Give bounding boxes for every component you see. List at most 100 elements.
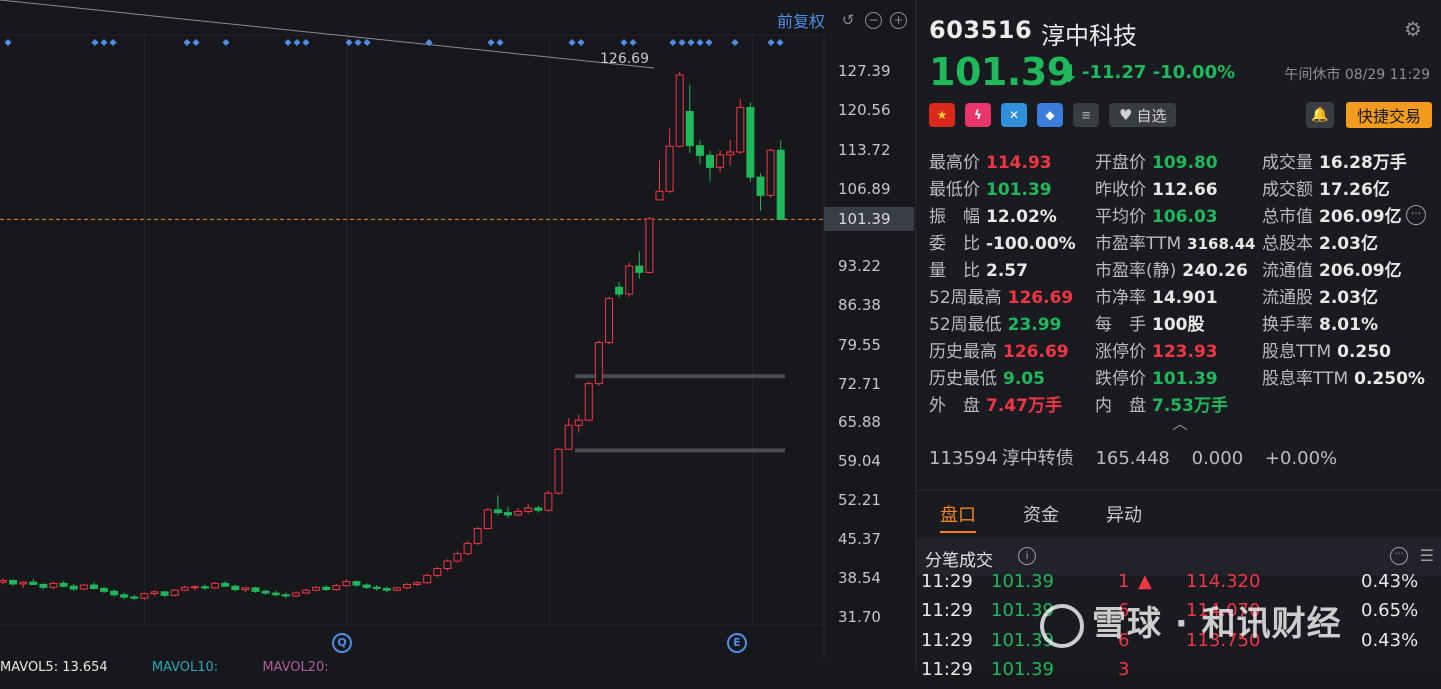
event-diamond-icon[interactable] [767,38,775,47]
event-diamond-icon[interactable] [496,38,504,47]
stat-value: 0.250% [1354,369,1425,389]
candle-body [190,586,199,589]
stat-cell: 成交量 16.28万手 [1262,148,1407,173]
event-diamond-icon[interactable] [705,38,713,47]
event-marker-q[interactable]: Q [332,633,352,653]
event-diamond-icon[interactable] [91,38,99,47]
event-diamond-icon[interactable] [293,38,301,47]
event-diamond-icon[interactable] [669,38,677,47]
candle-body [29,581,38,585]
info-icon[interactable]: i [1018,547,1036,565]
mavol5-label: MAVOL5: 13.654 [0,660,108,675]
tick-row: 11:29 101.39 3 [916,659,1441,689]
side-percent: 0.65% [1361,600,1419,621]
event-diamond-icon[interactable] [776,38,784,47]
event-diamond-icon[interactable] [678,38,686,47]
stat-cell: 流通股 2.03亿 [1262,283,1378,308]
watermark-logo-icon [1040,603,1084,648]
more-icon[interactable]: ··· [1406,205,1426,225]
event-diamond-icon[interactable] [687,38,695,47]
adjust-mode-button[interactable]: 前复权 [777,8,825,32]
candle-body [493,509,502,514]
divider [916,490,1441,491]
event-diamond-icon[interactable] [354,38,362,47]
convertible-bond-row[interactable]: 113594 淳中转债 165.448 0.000 +0.00% [929,444,1353,470]
candle-body [554,448,563,494]
zoom-out-icon[interactable]: − [865,11,882,29]
price-axis-tick: 120.56 [838,101,891,119]
event-diamond-icon[interactable] [577,38,585,47]
candle-body [160,591,169,596]
candle-body [574,419,583,426]
tag-icon[interactable]: ◆ [1037,103,1063,127]
event-diamond-icon[interactable] [302,38,310,47]
lightning-icon[interactable]: ϟ [965,103,991,127]
tick-time: 11:29 [921,571,973,592]
event-diamond-icon[interactable] [192,38,200,47]
stat-value: 2.03亿 [1319,234,1378,254]
candle-body [716,154,725,168]
document-icon[interactable]: ≡ [1073,103,1099,127]
stat-label: 量 比 [929,261,980,281]
ellipsis-icon[interactable]: ··· [1390,547,1408,565]
event-marker-e[interactable]: E [727,633,747,653]
candle-body [453,553,462,562]
event-diamond-icon[interactable] [568,38,576,47]
price-axis-tick: 59.04 [838,452,881,470]
event-diamond-icon[interactable] [629,38,637,47]
price-axis-tick: 93.22 [838,257,881,275]
event-diamond-icon[interactable] [100,38,108,47]
candle-body [392,587,401,591]
event-diamond-icon[interactable] [363,38,371,47]
candle-body [504,512,512,516]
candle-body [403,583,411,589]
stat-value: 206.09亿 [1319,207,1402,227]
stat-row: 最低价 101.39 昨收价 112.66 成交额 17.26亿 [929,175,1439,202]
event-diamond-icon[interactable] [731,38,739,47]
candle-body [635,265,644,273]
collapse-chevron-icon[interactable]: ︿ [1172,410,1188,434]
kline-chart-panel[interactable]: 前复权 ↺ − + 127.39 120.56 113.72 106.89 93.22 8… [0,0,915,675]
stat-label: 历史最低 [929,369,997,389]
stat-row: 最高价 114.93 开盘价 109.80 成交量 16.28万手 [929,148,1439,175]
candle-body [433,567,442,576]
stat-label: 每 手 [1095,315,1146,335]
tab-alerts[interactable]: 异动 [1106,501,1142,527]
stat-row: 振 幅 12.02% 平均价 106.03 总市值 206.09亿 [929,202,1439,229]
stat-cell: 52周最低 23.99 [929,310,1061,335]
reset-icon[interactable]: ↺ [839,11,857,29]
list-icon[interactable]: ☰ [1420,546,1434,565]
event-diamond-icon[interactable] [222,38,230,47]
stat-cell: 总市值 206.09亿 [1262,202,1402,227]
high-leader-line [0,0,655,69]
candle-body [665,145,674,192]
zoom-in-icon[interactable]: + [890,11,907,29]
candle-body [0,579,7,583]
event-diamond-icon[interactable] [183,38,191,47]
stat-label: 市盈率TTM [1095,234,1182,254]
stat-value: 106.03 [1152,207,1218,227]
candle-body [89,584,98,589]
event-diamond-icon[interactable] [487,38,495,47]
tab-capital[interactable]: 资金 [1023,501,1059,527]
event-diamond-icon[interactable] [284,38,292,47]
candle-body [514,510,523,516]
price-axis-tick: 79.55 [838,336,881,354]
quick-trade-button[interactable]: 快捷交易 [1346,102,1432,128]
event-diamond-icon[interactable] [4,38,12,47]
kline-chart[interactable] [0,0,915,671]
bell-icon[interactable]: 🔔 [1306,102,1334,128]
stat-value: 0.250 [1337,342,1391,362]
shuffle-icon[interactable]: ✕ [1001,103,1027,127]
tab-orderbook[interactable]: 盘口 [940,501,976,527]
add-favorite-button[interactable]: ♥ 自选 [1109,103,1177,127]
stat-value: 101.39 [986,180,1052,200]
event-diamond-icon[interactable] [620,38,628,47]
gear-icon[interactable]: ⚙ [1404,17,1426,41]
candle-body [362,584,371,588]
stat-cell: 委 比 -100.00% [929,229,1076,254]
event-diamond-icon[interactable] [696,38,704,47]
current-price-tag: 101.39 [824,207,914,231]
event-diamond-icon[interactable] [109,38,117,47]
stat-value: 7.47万手 [986,396,1062,416]
